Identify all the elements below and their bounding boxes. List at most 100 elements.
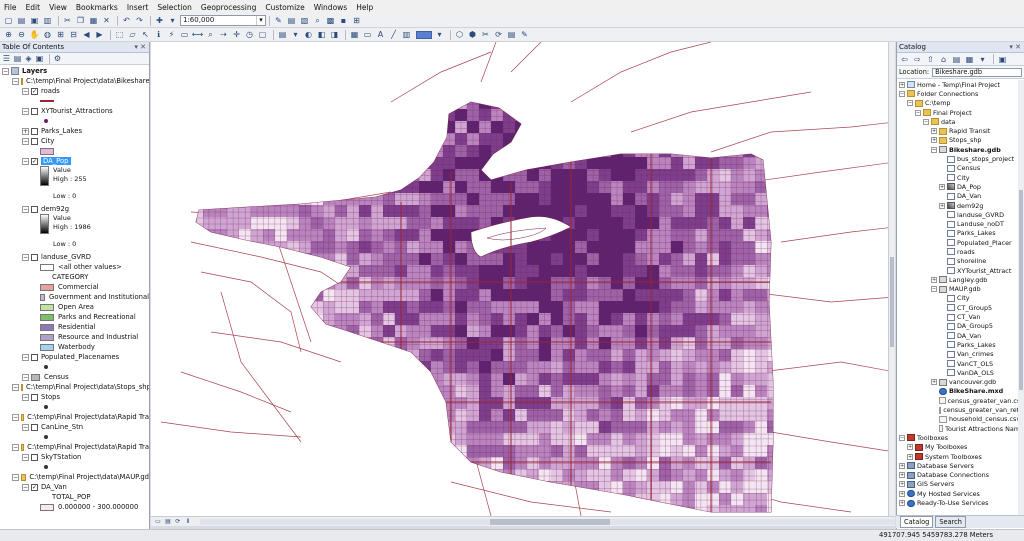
collapse-icon[interactable]: −: [12, 383, 19, 391]
toc-window-icon[interactable]: ▤: [286, 16, 297, 26]
layer-checkbox[interactable]: [31, 107, 38, 115]
catalog-populated[interactable]: Populated_Placer: [897, 238, 1024, 247]
catalog-rapid-transit[interactable]: + Rapid Transit: [897, 126, 1024, 135]
catalog-my-toolboxes[interactable]: + My Toolboxes: [897, 443, 1024, 452]
map-canvas[interactable]: [151, 42, 895, 516]
toc-rapid-path-2[interactable]: − C:\temp\Final Project\data\Rapid Tra: [0, 442, 149, 452]
collapse-icon[interactable]: −: [22, 453, 29, 461]
catalog-census-ref[interactable]: census_greater_van_ref.c: [897, 405, 1024, 414]
layer-checkbox[interactable]: [31, 137, 38, 145]
catalog-bikeshare-mxd[interactable]: BikeShare.mxd: [897, 387, 1024, 396]
forward-icon[interactable]: ⇨: [912, 54, 923, 64]
find-route-icon[interactable]: ⇢: [218, 30, 229, 40]
effects-icon[interactable]: ◐: [303, 30, 314, 40]
catalog-vancouver[interactable]: + vancouver.gdb: [897, 378, 1024, 387]
new-icon[interactable]: ▢: [3, 16, 14, 26]
menu-file[interactable]: File: [4, 3, 17, 12]
save-icon[interactable]: ▣: [29, 16, 40, 26]
goto-xy-icon[interactable]: ✛: [231, 30, 242, 40]
layout-view-icon[interactable]: ▤: [164, 518, 172, 525]
home-icon[interactable]: ⌂: [938, 54, 949, 64]
toc-stops-path[interactable]: − C:\temp\Final Project\data\Stops_shp: [0, 382, 149, 392]
menu-customize[interactable]: Customize: [265, 3, 304, 12]
undo-icon[interactable]: ↶: [121, 16, 132, 26]
catalog-van-crimes[interactable]: Van_crimes: [897, 350, 1024, 359]
edit-vertices-icon[interactable]: ⬡: [454, 30, 465, 40]
dropdown-arrow-icon[interactable]: ▾: [977, 54, 988, 64]
catalog-options-icon[interactable]: ▣: [997, 54, 1008, 64]
catalog-bus-stops[interactable]: bus_stops_project: [897, 154, 1024, 163]
catalog-da-group5[interactable]: DA_Group5: [897, 322, 1024, 331]
open-icon[interactable]: ▤: [16, 16, 27, 26]
sketch-icon[interactable]: ✎: [519, 30, 530, 40]
redo-icon[interactable]: ↷: [134, 16, 145, 26]
options-icon[interactable]: ⚙: [53, 54, 62, 64]
up-icon[interactable]: ⇧: [925, 54, 936, 64]
layer-checkbox[interactable]: [31, 127, 38, 135]
map-view[interactable]: [151, 42, 895, 516]
catalog-maup-parks[interactable]: Parks_Lakes: [897, 340, 1024, 349]
catalog-roads[interactable]: roads: [897, 247, 1024, 256]
clear-selection-icon[interactable]: ▱: [127, 30, 138, 40]
toc-census[interactable]: − Census: [0, 372, 149, 382]
print-icon[interactable]: ▥: [42, 16, 53, 26]
dropdown-arrow-icon[interactable]: ▾: [167, 16, 178, 26]
menu-help[interactable]: Help: [356, 3, 373, 12]
collapse-icon[interactable]: −: [22, 253, 29, 261]
layer-checkbox[interactable]: [31, 253, 38, 261]
refresh-icon[interactable]: ⟳: [174, 518, 182, 525]
catalog-maup-da-van[interactable]: DA_Van: [897, 331, 1024, 340]
map-vertical-scrollbar[interactable]: [888, 42, 895, 516]
tab-search[interactable]: Search: [935, 516, 966, 528]
layer-checkbox[interactable]: [31, 453, 38, 461]
catalog-da-van[interactable]: DA_Van: [897, 192, 1024, 201]
layer-checkbox[interactable]: [31, 205, 38, 213]
scroll-thumb[interactable]: [890, 257, 894, 347]
forward-icon[interactable]: ▶: [94, 30, 105, 40]
catalog-shoreline[interactable]: shoreline: [897, 257, 1024, 266]
toc-bikeshare-path[interactable]: − C:\temp\Final Project\data\Bikeshare: [0, 76, 149, 86]
toc-populated[interactable]: − Populated_Placenames: [0, 352, 149, 362]
collapse-icon[interactable]: −: [22, 423, 29, 431]
catalog-vanda-ols[interactable]: VanDA_OLS: [897, 368, 1024, 377]
catalog-landuse-gvrd[interactable]: landuse_GVRD: [897, 210, 1024, 219]
toc-landuse[interactable]: − landuse_GVRD: [0, 252, 149, 262]
catalog-window-icon[interactable]: ▧: [299, 16, 310, 26]
chevron-down-icon[interactable]: ▾: [256, 16, 265, 25]
layer-dropdown-icon[interactable]: ▾: [290, 30, 301, 40]
catalog-ct-van[interactable]: CT_Van: [897, 312, 1024, 321]
collapse-icon[interactable]: −: [2, 67, 9, 75]
catalog-hosted[interactable]: + My Hosted Services: [897, 489, 1024, 498]
swipe-icon[interactable]: ◧: [316, 30, 327, 40]
scroll-thumb[interactable]: [1019, 190, 1023, 390]
rotate-icon[interactable]: ⟳: [493, 30, 504, 40]
catalog-home[interactable]: + Home - Temp\Final Project: [897, 80, 1024, 89]
catalog-census[interactable]: Census: [897, 164, 1024, 173]
catalog-bikeshare-gdb[interactable]: − Bikeshare.gdb: [897, 145, 1024, 154]
back-icon[interactable]: ◀: [81, 30, 92, 40]
find-icon[interactable]: ⌕: [205, 30, 216, 40]
list-by-selection-icon[interactable]: ▣: [35, 54, 44, 64]
catalog-toolboxes[interactable]: − Toolboxes: [897, 433, 1024, 442]
toc-canline[interactable]: − CanLine_Stn: [0, 422, 149, 432]
collapse-icon[interactable]: −: [22, 87, 29, 95]
close-icon[interactable]: ▾ ✕: [1009, 42, 1024, 52]
catalog-census-csv[interactable]: census_greater_van.csv: [897, 396, 1024, 405]
shape-icon[interactable]: ▭: [362, 30, 373, 40]
zoom-out-icon[interactable]: ⊖: [16, 30, 27, 40]
list-by-visibility-icon[interactable]: ◈: [24, 54, 33, 64]
toc-maup-path[interactable]: − C:\temp\Final Project\data\MAUP.gd: [0, 472, 149, 482]
map-scale-input[interactable]: 1:60,000 ▾: [180, 15, 266, 26]
toc-layers-row[interactable]: − Layers: [0, 66, 149, 76]
fill-color-icon[interactable]: ▥: [401, 30, 412, 40]
dropdown-arrow-icon[interactable]: ▾: [434, 30, 445, 40]
select-features-icon[interactable]: ⬚: [114, 30, 125, 40]
line-icon[interactable]: ╱: [388, 30, 399, 40]
time-slider-icon[interactable]: ◷: [244, 30, 255, 40]
collapse-icon[interactable]: −: [12, 77, 19, 85]
cut-icon[interactable]: ✂: [62, 16, 73, 26]
toc-parks-lakes[interactable]: + Parks_Lakes: [0, 126, 149, 136]
toggle-contents-icon[interactable]: ▦: [964, 54, 975, 64]
full-extent-icon[interactable]: ◍: [42, 30, 53, 40]
editor-icon[interactable]: ✎: [273, 16, 284, 26]
